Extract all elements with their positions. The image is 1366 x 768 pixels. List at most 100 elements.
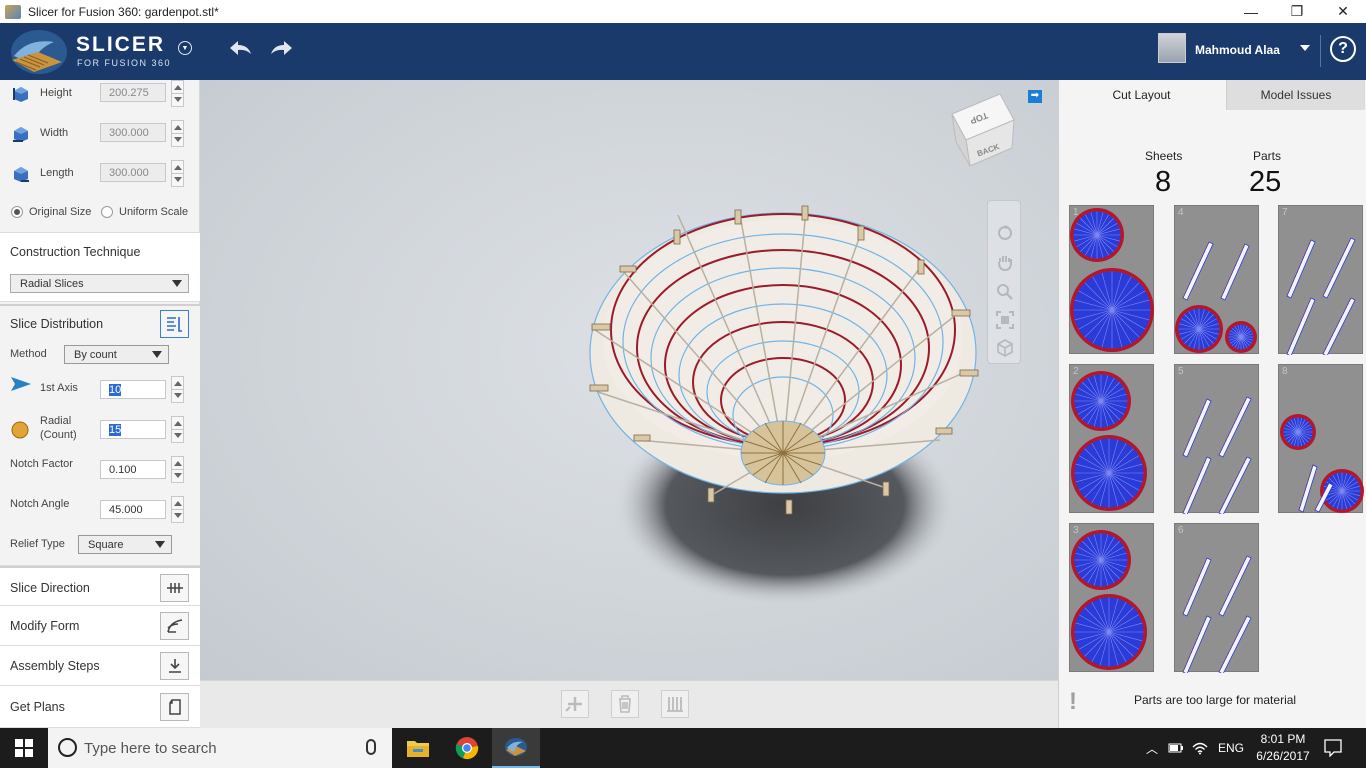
cut-sheet[interactable]: 2	[1069, 364, 1154, 513]
radial-count-label: (Count)	[40, 429, 77, 441]
fit-view-icon[interactable]	[996, 311, 1014, 329]
language-indicator[interactable]: ENG	[1218, 741, 1244, 755]
method-select[interactable]: By count	[64, 345, 169, 364]
original-size-label: Original Size	[29, 206, 92, 218]
sheets-label: Sheets	[1145, 149, 1183, 163]
assembly-steps-button[interactable]	[160, 652, 189, 680]
radial-count-stepper[interactable]	[171, 416, 184, 443]
width-row: Width 300.000	[0, 120, 200, 150]
app-icon	[5, 4, 21, 19]
tab-model-issues[interactable]: Model Issues	[1226, 80, 1365, 110]
height-input[interactable]: 200.275	[100, 83, 166, 102]
cut-sheet[interactable]: 8	[1278, 364, 1364, 513]
cut-sheet[interactable]: 7	[1278, 205, 1363, 357]
expand-panel-arrow-icon[interactable]: ➡	[1028, 90, 1042, 103]
chevron-up-icon[interactable]: ︿	[1146, 740, 1158, 757]
slice-tool-button[interactable]	[661, 690, 689, 718]
3d-viewport[interactable]: TOP BACK	[200, 80, 1058, 680]
slices-icon	[667, 697, 683, 712]
construction-title: Construction Technique	[10, 245, 141, 259]
relief-type-select[interactable]: Square	[78, 535, 172, 554]
sheet-number: 1	[1073, 207, 1079, 218]
cut-sheet[interactable]: 3	[1069, 523, 1154, 672]
action-center-icon[interactable]	[1324, 739, 1342, 757]
battery-icon[interactable]	[1168, 742, 1184, 754]
height-row: Height 200.275	[0, 80, 200, 110]
warning-icon: !	[1069, 688, 1077, 715]
first-axis-input[interactable]: 10	[100, 380, 166, 399]
maximize-button[interactable]: ❐	[1274, 0, 1320, 23]
cut-sheet[interactable]: 5	[1174, 364, 1259, 516]
slice-direction-section[interactable]: Slice Direction	[0, 566, 200, 606]
chrome-icon	[455, 737, 479, 760]
redo-icon[interactable]	[268, 37, 296, 59]
slice-direction-button[interactable]	[160, 574, 189, 602]
minimize-button[interactable]: —	[1228, 0, 1274, 23]
close-button[interactable]: ✕	[1320, 0, 1366, 23]
undo-icon[interactable]	[226, 37, 254, 59]
method-label: Method	[10, 348, 47, 360]
length-stepper[interactable]	[171, 160, 184, 187]
tab-cut-layout[interactable]: Cut Layout	[1059, 80, 1224, 110]
trash-icon	[619, 695, 631, 713]
assembly-steps-title: Assembly Steps	[10, 659, 100, 673]
sheet-parts-drawing	[1070, 208, 1154, 352]
notch-angle-input[interactable]: 45.000	[100, 500, 166, 519]
uniform-scale-radio[interactable]	[101, 206, 113, 218]
parts-count: 25	[1249, 166, 1282, 198]
logo-title: SLICER	[76, 33, 166, 56]
help-button[interactable]: ?	[1330, 36, 1356, 62]
delete-button[interactable]	[611, 690, 639, 718]
right-panel: Cut Layout Model Issues Sheets 8 Parts 2…	[1058, 80, 1366, 728]
height-stepper[interactable]	[171, 80, 184, 107]
start-button[interactable]	[0, 728, 48, 768]
add-icon	[565, 697, 582, 712]
length-input[interactable]: 300.000	[100, 163, 166, 182]
taskbar-search-input[interactable]: Type here to search	[48, 728, 392, 768]
get-plans-section[interactable]: Get Plans	[0, 686, 200, 728]
wifi-icon[interactable]	[1192, 741, 1208, 755]
file-explorer-button[interactable]	[394, 728, 442, 768]
clock-date: 6/26/2017	[1256, 749, 1310, 763]
first-axis-stepper[interactable]	[171, 376, 184, 403]
left-settings-panel: Height 200.275 Width 300.000 Length 300.…	[0, 80, 200, 728]
slice-distribution-button[interactable]	[160, 310, 189, 338]
cut-sheet[interactable]: 4	[1174, 205, 1259, 354]
assembly-steps-section[interactable]: Assembly Steps	[0, 646, 200, 686]
taskbar-clock[interactable]: 8:01 PM 6/26/2017	[1255, 731, 1311, 765]
width-stepper[interactable]	[171, 120, 184, 147]
notch-factor-input[interactable]: 0.100	[100, 460, 166, 479]
construction-select[interactable]: Radial Slices	[10, 274, 189, 293]
microphone-icon[interactable]	[366, 739, 376, 755]
notch-angle-stepper[interactable]	[171, 496, 184, 523]
home-view-cube-icon[interactable]	[996, 339, 1014, 357]
get-plans-button[interactable]	[160, 693, 189, 721]
original-size-radio[interactable]	[11, 206, 23, 218]
get-plans-title: Get Plans	[10, 700, 65, 714]
first-axis-icon	[11, 377, 31, 391]
view-cube-icon[interactable]: TOP BACK	[951, 93, 1015, 167]
chrome-button[interactable]	[443, 728, 491, 768]
sheet-parts-drawing	[1182, 555, 1252, 675]
cut-sheet[interactable]: 1	[1069, 205, 1154, 354]
slicer-taskbar-button[interactable]	[492, 728, 540, 768]
sheet-parts-drawing	[1071, 371, 1147, 511]
user-menu-chevron-icon[interactable]	[1300, 45, 1310, 51]
garden-pot-model[interactable]: TOP BACK	[200, 80, 1058, 680]
width-input[interactable]: 300.000	[100, 123, 166, 142]
modify-form-button[interactable]	[160, 612, 189, 640]
zoom-icon[interactable]	[996, 283, 1014, 301]
notch-factor-stepper[interactable]	[171, 456, 184, 483]
avatar[interactable]	[1158, 33, 1186, 63]
pan-hand-icon[interactable]	[996, 253, 1014, 272]
add-part-button[interactable]	[561, 690, 589, 718]
radial-label: Radial	[40, 415, 72, 427]
radial-count-input[interactable]: 15	[100, 420, 166, 439]
modify-form-section[interactable]: Modify Form	[0, 606, 200, 646]
sheet-parts-drawing	[1071, 530, 1147, 670]
cut-sheet[interactable]: 6	[1174, 523, 1259, 675]
orbit-icon[interactable]	[996, 223, 1014, 241]
user-name[interactable]: Mahmoud Alaa	[1195, 43, 1280, 57]
app-menu-chevron-icon[interactable]: ▼	[178, 41, 192, 55]
sheet-parts-drawing	[1175, 241, 1257, 353]
